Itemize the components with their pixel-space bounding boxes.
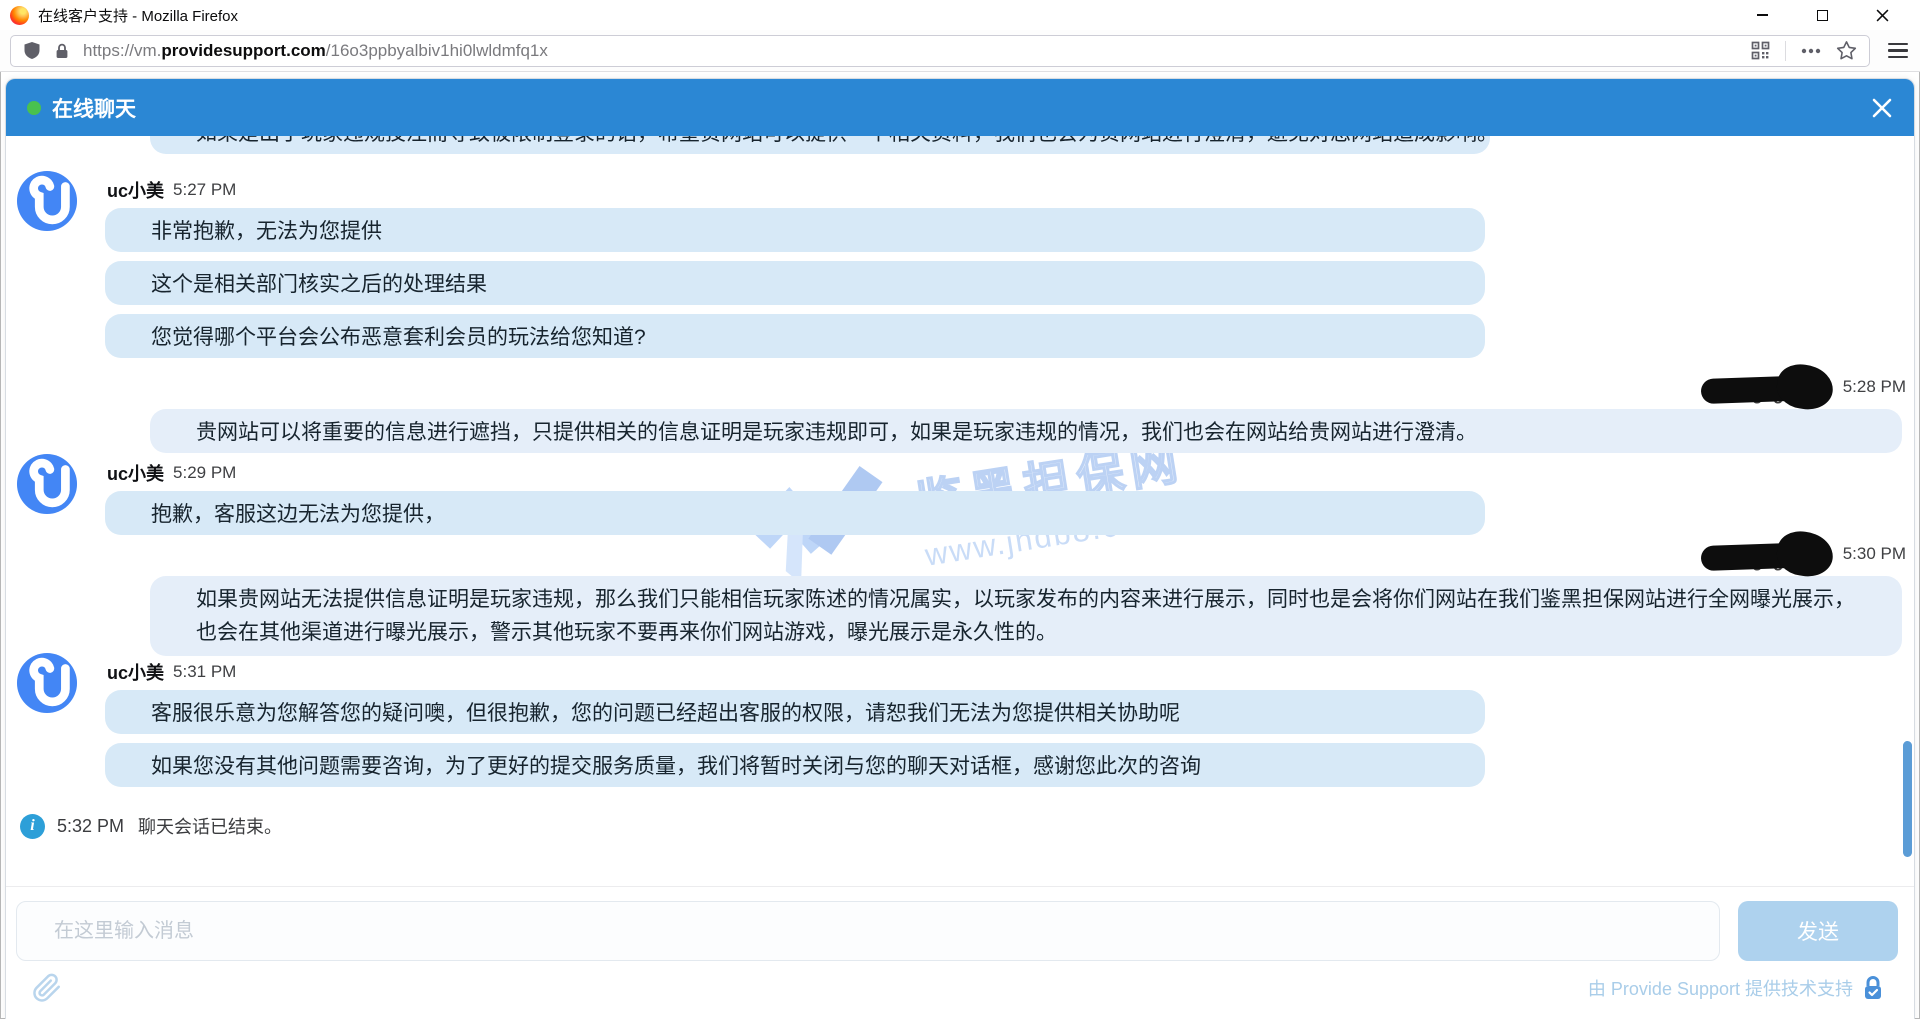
chat-title: 在线聊天	[52, 93, 136, 123]
system-time: 5:32 PM	[57, 816, 124, 837]
menu-button[interactable]	[1886, 39, 1910, 62]
window-title: 在线客户支持 - Mozilla Firefox	[38, 5, 238, 26]
close-icon	[1876, 9, 1889, 22]
visitor-message-group: dinghgan 5:28 PM 贵网站可以将重要的信息进行遮挡，只提供相关的信…	[6, 370, 1914, 453]
agent-name: uc小美	[107, 659, 164, 685]
scrollbar-thumb[interactable]	[1903, 741, 1912, 857]
redaction-blob	[1774, 528, 1836, 580]
agent-message-group: uc小美 5:31 PM 客服很乐意为您解答您的疑问噢，但很抱歉，您的问题已经超…	[6, 660, 1914, 787]
chat-header: 在线聊天	[6, 79, 1914, 136]
url-text: https://vm.providesupport.com/16o3ppbyal…	[83, 41, 1751, 61]
agent-message-group: uc小美 5:29 PM 抱歉，客服这边无法为您提供，	[6, 461, 1914, 535]
composer-area: 发送 由 Provide Support 提供技术支持	[6, 886, 1914, 1019]
message-time: 5:27 PM	[173, 180, 236, 200]
redaction-blob	[1774, 361, 1836, 413]
shield-icon[interactable]	[23, 41, 41, 60]
message-list[interactable]: 鉴黑担保网 www.jhdb8.com 如果是出于玩家违规投注而导致被限制登录的…	[6, 136, 1914, 886]
lock-icon[interactable]	[53, 42, 71, 60]
agent-avatar	[16, 170, 78, 232]
minimize-button[interactable]	[1732, 0, 1792, 30]
message-time: 5:28 PM	[1843, 377, 1906, 397]
navigation-bar: https://vm.providesupport.com/16o3ppbyal…	[0, 30, 1920, 72]
close-chat-button[interactable]	[1871, 97, 1893, 119]
titlebar: 在线客户支持 - Mozilla Firefox	[0, 0, 1920, 30]
send-button[interactable]: 发送	[1738, 901, 1898, 961]
chat-bubble: 贵网站可以将重要的信息进行遮挡，只提供相关的信息证明是玩家违规即可，如果是玩家违…	[150, 409, 1902, 453]
close-window-button[interactable]	[1852, 0, 1912, 30]
agent-message-group: uc小美 5:27 PM 非常抱歉，无法为您提供 这个是相关部门核实之后的处理结…	[6, 178, 1914, 358]
urlbar-actions	[1751, 40, 1857, 61]
agent-name: uc小美	[107, 460, 164, 486]
chat-bubble: 如果贵网站无法提供信息证明是玩家违规，那么我们只能相信玩家陈述的情况属实，以玩家…	[150, 576, 1902, 656]
page-actions-icon[interactable]	[1801, 48, 1821, 54]
agent-name: uc小美	[107, 177, 164, 203]
redacted-visitor-name: dinghgan	[1701, 370, 1833, 404]
powered-by[interactable]: 由 Provide Support 提供技术支持	[1588, 975, 1884, 1001]
visitor-message-group: dinghgan 5:30 PM 如果贵网站无法提供信息证明是玩家违规，那么我们…	[6, 537, 1914, 656]
message-input[interactable]	[16, 901, 1720, 961]
browser-window: 在线客户支持 - Mozilla Firefox https://vm.prov…	[0, 0, 1920, 1019]
close-chat-icon	[1871, 97, 1893, 119]
agent-avatar	[16, 453, 78, 515]
system-message: i 5:32 PM 聊天会话已结束。	[20, 813, 1914, 839]
chat-bubble: 抱歉，客服这边无法为您提供，	[105, 491, 1485, 535]
chat-bubble: 客服很乐意为您解答您的疑问噢，但很抱歉，您的问题已经超出客服的权限，请恕我们无法…	[105, 690, 1485, 734]
firefox-logo-icon	[10, 6, 29, 25]
restore-button[interactable]	[1792, 0, 1852, 30]
powered-by-text: 由 Provide Support 提供技术支持	[1588, 975, 1853, 1001]
chat-bubble: 非常抱歉，无法为您提供	[105, 208, 1485, 252]
qr-code-icon[interactable]	[1751, 41, 1770, 60]
window-controls	[1732, 0, 1912, 30]
attachment-paperclip-icon[interactable]	[32, 973, 62, 1003]
chat-bubble: 这个是相关部门核实之后的处理结果	[105, 261, 1485, 305]
info-icon: i	[20, 814, 45, 839]
online-status-dot	[27, 101, 41, 115]
chat-bubble: 您觉得哪个平台会公布恶意套利会员的玩法给您知道?	[105, 314, 1485, 358]
toolbar-separator	[1785, 41, 1786, 61]
chat-bubble-clipped: 如果是出于玩家违规投注而导致被限制登录的话，希望贵网站可以提供一个相关资料，我们…	[150, 136, 1490, 154]
system-text: 聊天会话已结束。	[138, 813, 282, 839]
restore-icon	[1817, 10, 1828, 21]
url-bar[interactable]: https://vm.providesupport.com/16o3ppbyal…	[10, 35, 1870, 67]
minimize-icon	[1757, 14, 1768, 15]
redacted-visitor-name: dinghgan	[1701, 537, 1833, 571]
message-time: 5:29 PM	[173, 463, 236, 483]
agent-avatar	[16, 652, 78, 714]
secure-lock-icon	[1862, 975, 1884, 1001]
bookmark-star-icon[interactable]	[1836, 40, 1857, 61]
message-time: 5:31 PM	[173, 662, 236, 682]
message-time: 5:30 PM	[1843, 544, 1906, 564]
chat-widget: 在线聊天 鉴黑担保网 www.jhdb8.com 如果是出于玩家违规投注而导致被…	[5, 78, 1915, 1019]
chat-bubble: 如果您没有其他问题需要咨询，为了更好的提交服务质量，我们将暂时关闭与您的聊天对话…	[105, 743, 1485, 787]
